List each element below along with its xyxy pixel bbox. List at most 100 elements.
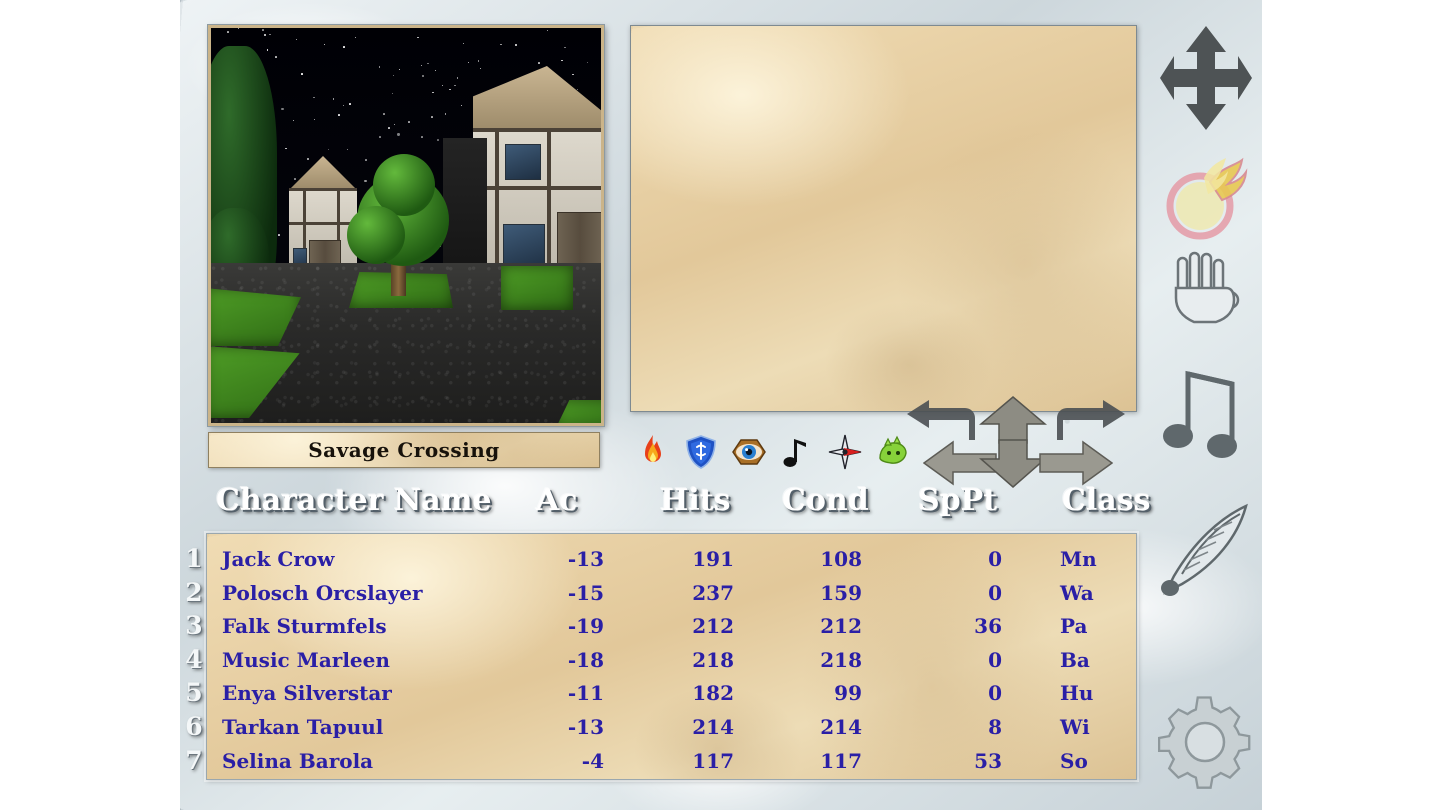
- star: [477, 59, 480, 62]
- cell-class[interactable]: So: [1060, 749, 1120, 773]
- star: [421, 74, 424, 77]
- cell-cond[interactable]: 159: [778, 581, 862, 605]
- star: [365, 159, 368, 161]
- fireball-icon[interactable]: [1158, 148, 1254, 244]
- four-way-arrow-icon[interactable]: [1158, 22, 1254, 134]
- cell-cond[interactable]: 218: [778, 648, 862, 672]
- cell-character-name[interactable]: Music Marleen: [222, 648, 522, 672]
- cell-sppt[interactable]: 0: [918, 648, 1002, 672]
- star: [338, 114, 340, 117]
- eye-detect-icon[interactable]: [732, 434, 766, 470]
- open-hand-icon[interactable]: [1158, 248, 1254, 348]
- header-hits: Hits: [660, 483, 731, 518]
- cell-sppt[interactable]: 0: [918, 581, 1002, 605]
- star: [379, 136, 381, 138]
- cell-cond[interactable]: 212: [778, 614, 862, 638]
- cell-class[interactable]: Mn: [1060, 547, 1120, 571]
- star: [538, 62, 540, 64]
- cell-sppt[interactable]: 8: [918, 715, 1002, 739]
- message-parchment[interactable]: [630, 25, 1137, 412]
- star: [444, 113, 446, 115]
- star: [354, 36, 356, 38]
- cell-character-name[interactable]: Selina Barola: [222, 749, 522, 773]
- star: [421, 136, 423, 138]
- tree-foliage-left: [347, 206, 405, 264]
- star: [285, 147, 287, 150]
- cell-sppt[interactable]: 0: [918, 547, 1002, 571]
- cell-class[interactable]: Wi: [1060, 715, 1120, 739]
- star: [393, 123, 395, 126]
- compass-icon[interactable]: [828, 434, 862, 470]
- cell-class[interactable]: Hu: [1060, 681, 1120, 705]
- cell-class[interactable]: Pa: [1060, 614, 1120, 638]
- header-character-name: Character Name: [216, 483, 492, 518]
- star: [313, 96, 316, 99]
- cell-character-name[interactable]: Polosch Orcslayer: [222, 581, 522, 605]
- cell-cond[interactable]: 108: [778, 547, 862, 571]
- row-number: 7: [185, 745, 203, 775]
- star: [275, 55, 277, 58]
- action-icon-bar: [636, 430, 936, 474]
- cell-class[interactable]: Wa: [1060, 581, 1120, 605]
- star: [281, 107, 284, 110]
- row-number: 4: [185, 644, 203, 674]
- cell-cond[interactable]: 117: [778, 749, 862, 773]
- cell-ac[interactable]: -19: [520, 614, 604, 638]
- star: [383, 113, 385, 115]
- cell-sppt[interactable]: 53: [918, 749, 1002, 773]
- game-window: Savage Crossing Character Name Ac Hits C…: [0, 0, 1440, 810]
- cell-ac[interactable]: -4: [520, 749, 604, 773]
- house-right: [473, 66, 601, 324]
- row-number: 2: [185, 577, 203, 607]
- sidebar-toolbar: [1150, 0, 1262, 810]
- 3d-scene-viewport[interactable]: [208, 25, 604, 426]
- double-music-note-icon[interactable]: [1158, 358, 1254, 462]
- row-number: 6: [185, 712, 203, 741]
- cell-hits[interactable]: 212: [650, 614, 734, 638]
- cell-hits[interactable]: 191: [650, 547, 734, 571]
- cell-character-name[interactable]: Enya Silverstar: [222, 681, 522, 705]
- message-text: [631, 26, 1136, 46]
- cell-hits[interactable]: 237: [650, 581, 734, 605]
- cell-character-name[interactable]: Jack Crow: [222, 547, 522, 571]
- star: [453, 84, 456, 87]
- star: [408, 121, 410, 123]
- cell-ac[interactable]: -13: [520, 715, 604, 739]
- cell-character-name[interactable]: Tarkan Tapuul: [222, 715, 522, 739]
- cell-hits[interactable]: 214: [650, 715, 734, 739]
- cell-cond[interactable]: 99: [778, 681, 862, 705]
- gear-icon[interactable]: [1157, 690, 1254, 790]
- row-number: 1: [185, 544, 203, 573]
- star: [301, 73, 303, 75]
- music-note-icon[interactable]: [780, 434, 814, 470]
- header-class: Class: [1062, 483, 1151, 518]
- star: [278, 234, 280, 236]
- cell-ac[interactable]: -13: [520, 547, 604, 571]
- cell-cond[interactable]: 214: [778, 715, 862, 739]
- cell-ac[interactable]: -18: [520, 648, 604, 672]
- location-label: Savage Crossing: [308, 438, 500, 462]
- header-cond: Cond: [782, 483, 869, 518]
- fire-torch-icon[interactable]: [636, 434, 670, 470]
- star: [427, 62, 429, 65]
- shield-heal-icon[interactable]: [684, 434, 718, 470]
- star: [364, 179, 367, 183]
- cell-character-name[interactable]: Falk Sturmfels: [222, 614, 522, 638]
- header-ac: Ac: [536, 483, 578, 518]
- cell-sppt[interactable]: 0: [918, 681, 1002, 705]
- cell-hits[interactable]: 182: [650, 681, 734, 705]
- cell-class[interactable]: Ba: [1060, 648, 1120, 672]
- cell-hits[interactable]: 218: [650, 648, 734, 672]
- row-number: 5: [185, 678, 203, 708]
- grass-patch-right: [501, 266, 573, 310]
- roster-column-headers: Character Name Ac Hits Cond SpPt Class: [196, 483, 1151, 528]
- movement-control-cluster: [905, 396, 1155, 488]
- star: [431, 116, 434, 118]
- quill-pen-icon[interactable]: [1158, 500, 1254, 600]
- cell-hits[interactable]: 117: [650, 749, 734, 773]
- star: [292, 119, 294, 121]
- location-banner: Savage Crossing: [208, 432, 600, 468]
- cell-sppt[interactable]: 36: [918, 614, 1002, 638]
- cell-ac[interactable]: -11: [520, 681, 604, 705]
- cell-ac[interactable]: -15: [520, 581, 604, 605]
